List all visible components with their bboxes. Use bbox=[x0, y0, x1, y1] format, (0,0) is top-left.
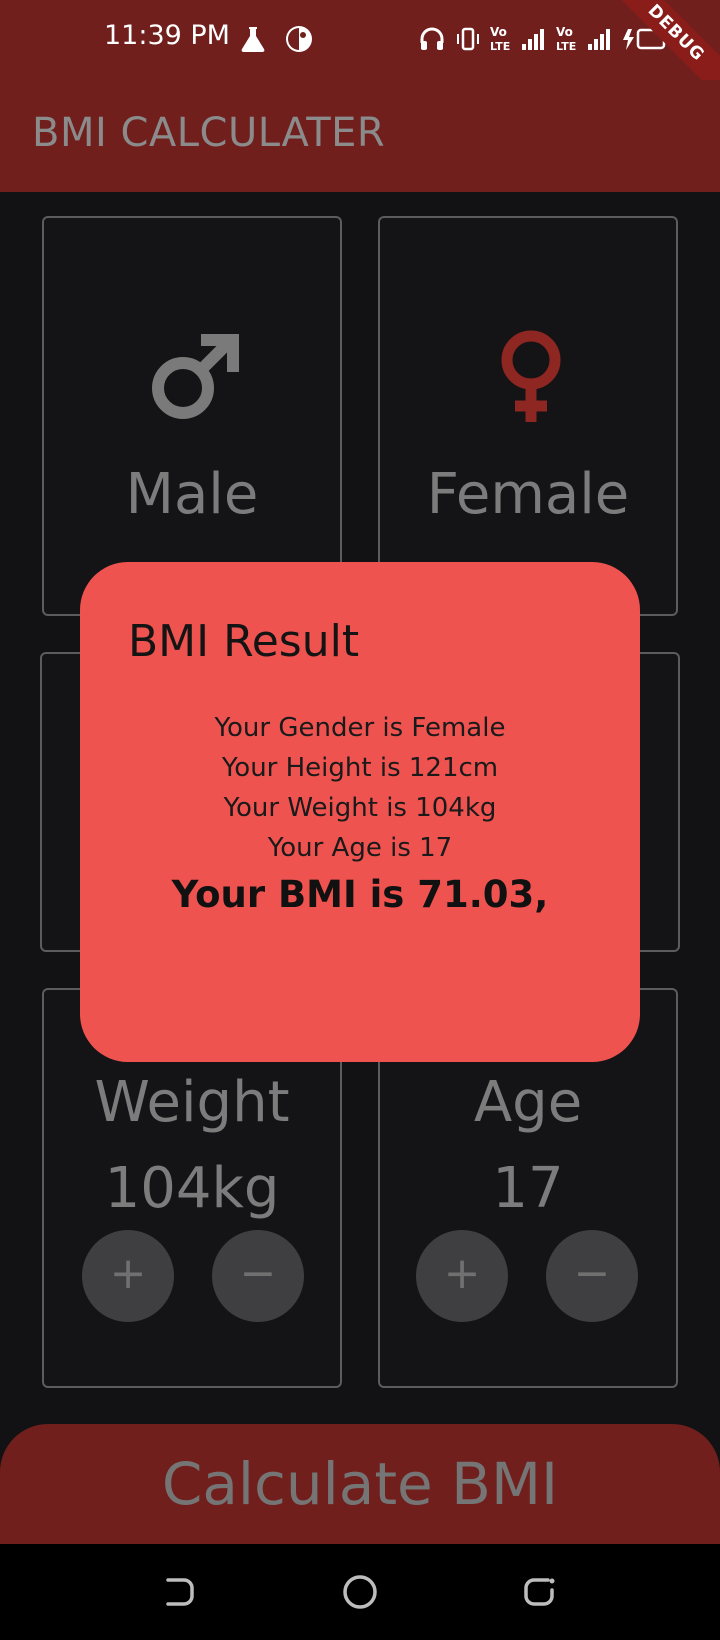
headphones-icon bbox=[418, 25, 446, 57]
age-label: Age bbox=[473, 1070, 583, 1135]
svg-text:LTE: LTE bbox=[556, 40, 576, 53]
age-plus-button[interactable]: + bbox=[416, 1230, 508, 1322]
male-label: Male bbox=[125, 462, 259, 527]
result-weight-text: Your Weight is 104kg bbox=[223, 793, 497, 823]
male-icon bbox=[149, 330, 241, 426]
dialog-title: BMI Result bbox=[128, 616, 360, 667]
volte-signal-1-icon: Vo LTE bbox=[490, 24, 548, 58]
volte-signal-2-icon: Vo LTE bbox=[556, 24, 614, 58]
svg-text:LTE: LTE bbox=[490, 40, 510, 53]
female-label: Female bbox=[426, 462, 630, 527]
weight-value: 104kg bbox=[104, 1156, 280, 1221]
bmi-result-dialog: BMI Result Your Gender is Female Your He… bbox=[80, 562, 640, 1062]
app-bar: BMI CALCULATER bbox=[0, 80, 720, 192]
dialog-content: Your Gender is Female Your Height is 121… bbox=[80, 708, 640, 922]
svg-text:Vo: Vo bbox=[490, 25, 507, 39]
status-time: 11:39 PM bbox=[104, 20, 230, 51]
weight-minus-button[interactable]: − bbox=[212, 1230, 304, 1322]
female-card[interactable]: Female bbox=[378, 216, 678, 616]
weight-plus-button[interactable]: + bbox=[82, 1230, 174, 1322]
result-gender-text: Your Gender is Female bbox=[214, 713, 506, 743]
flask-icon bbox=[238, 24, 268, 58]
result-age-text: Your Age is 17 bbox=[267, 833, 453, 863]
calculate-bmi-button[interactable]: Calculate BMI bbox=[0, 1424, 720, 1544]
age-minus-button[interactable]: − bbox=[546, 1230, 638, 1322]
weight-label: Weight bbox=[94, 1070, 290, 1135]
app-circle-icon bbox=[284, 24, 314, 58]
back-icon[interactable] bbox=[162, 1574, 196, 1614]
female-icon bbox=[493, 330, 569, 428]
calculate-bmi-label: Calculate BMI bbox=[161, 1450, 559, 1518]
navigation-bar bbox=[0, 1544, 720, 1640]
vibrate-icon bbox=[454, 25, 482, 57]
result-height-text: Your Height is 121cm bbox=[221, 753, 499, 783]
status-bar: 11:39 PM Vo LTE Vo LTE DEBUG bbox=[0, 0, 720, 108]
male-card[interactable]: Male bbox=[42, 216, 342, 616]
age-value: 17 bbox=[492, 1156, 564, 1221]
app-title: BMI CALCULATER bbox=[32, 110, 386, 156]
svg-text:Vo: Vo bbox=[556, 25, 573, 39]
result-bmi-text: Your BMI is 71.03, bbox=[171, 873, 549, 916]
recents-icon[interactable] bbox=[522, 1574, 558, 1614]
home-icon[interactable] bbox=[342, 1574, 378, 1614]
